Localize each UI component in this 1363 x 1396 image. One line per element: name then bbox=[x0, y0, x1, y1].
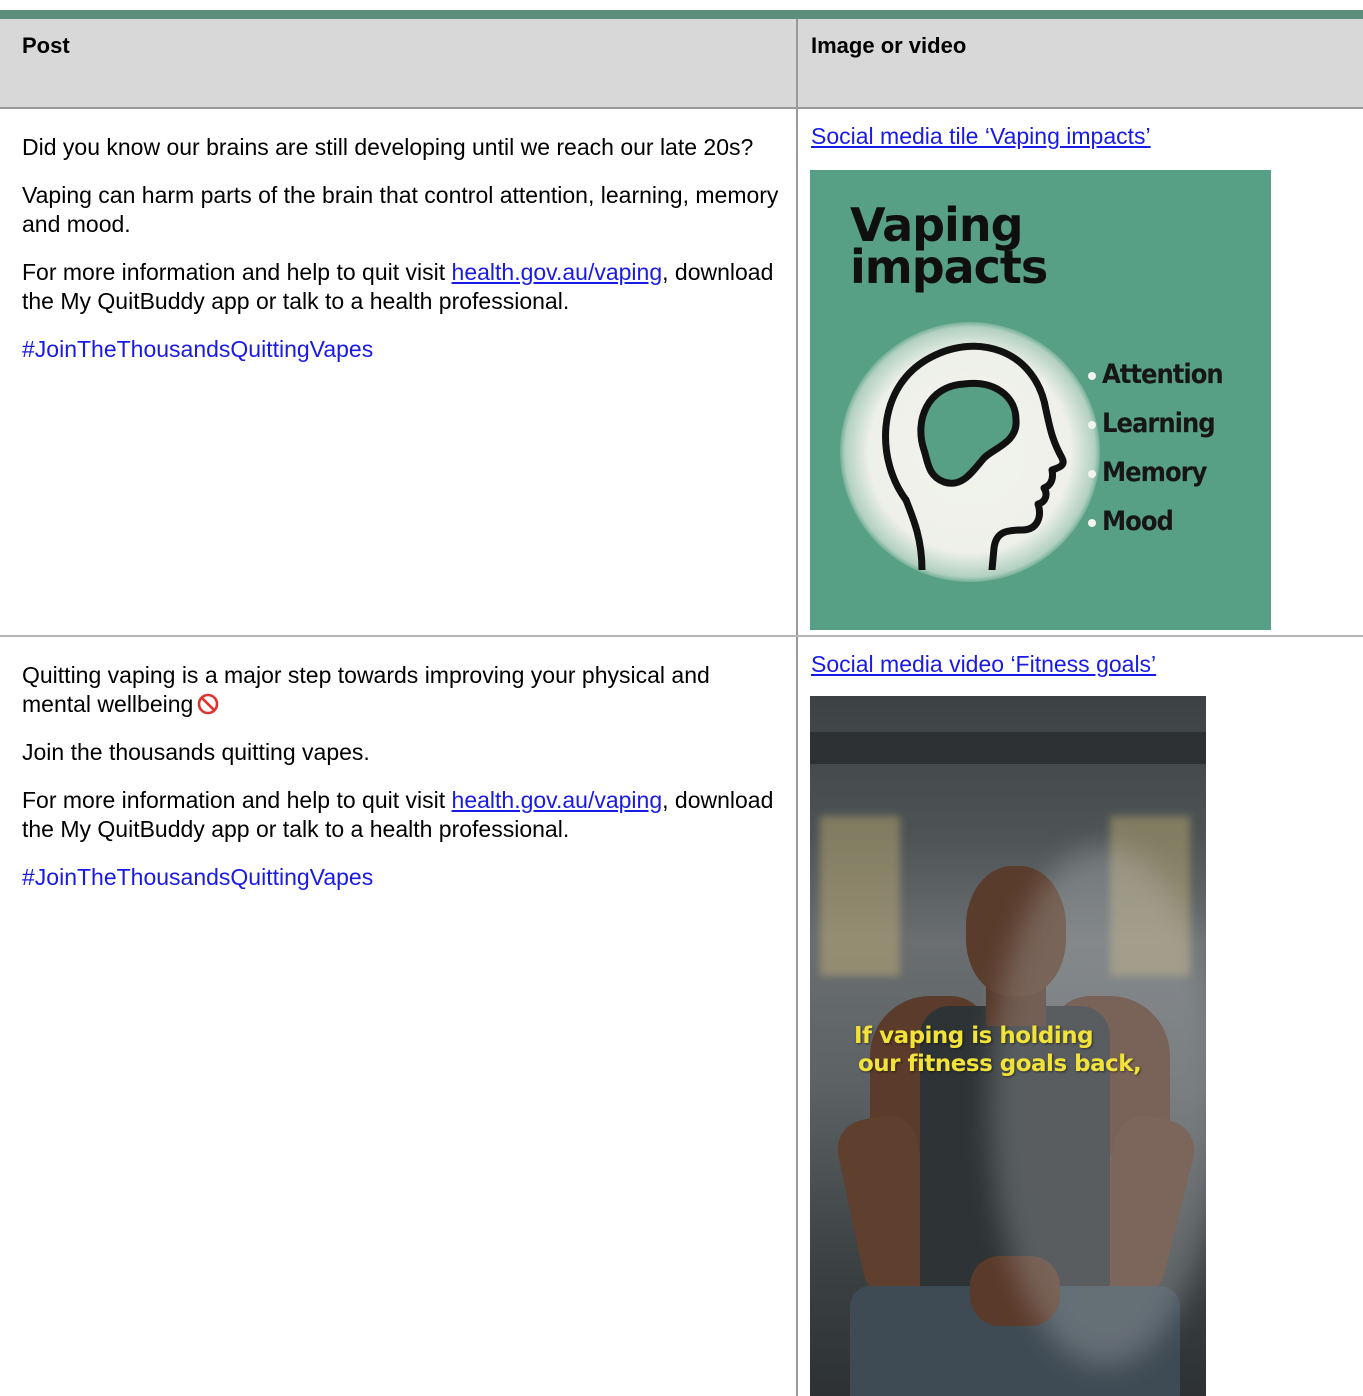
tile-title: Vaping impacts bbox=[850, 202, 1048, 294]
row-separator bbox=[0, 635, 1363, 637]
post-1-health-link[interactable]: health.gov.au/vaping bbox=[452, 259, 663, 285]
post-1-paragraph-1: Did you know our brains are still develo… bbox=[22, 134, 754, 160]
video-caption-line-2: our fitness goals back, bbox=[858, 1051, 1142, 1077]
post-2-paragraph-1-text: Quitting vaping is a major step towards … bbox=[22, 662, 710, 717]
post-2-health-link[interactable]: health.gov.au/vaping bbox=[452, 787, 663, 813]
tile-impact-item: Learning bbox=[1088, 399, 1223, 448]
video-caption-line-1: If vaping is holding bbox=[854, 1023, 1094, 1049]
column-divider bbox=[796, 19, 798, 1396]
vaping-impacts-tile[interactable]: Vaping impacts Attention Learning Memory… bbox=[810, 170, 1271, 630]
post-2-paragraph-1: Quitting vaping is a major step towards … bbox=[22, 661, 782, 719]
video-scene-beam bbox=[810, 732, 1206, 764]
tile-title-line-2: impacts bbox=[850, 240, 1048, 294]
post-1-text-before-link: For more information and help to quit vi… bbox=[22, 259, 452, 285]
tile-impact-item: Memory bbox=[1088, 448, 1223, 497]
header-media: Image or video bbox=[811, 33, 967, 58]
post-2-hashtag: #JoinTheThousandsQuittingVapes bbox=[22, 864, 374, 890]
tile-impact-list: Attention Learning Memory Mood bbox=[1088, 350, 1224, 546]
post-1-paragraph-3: For more information and help to quit vi… bbox=[22, 258, 782, 316]
post-2-paragraph-3: For more information and help to quit vi… bbox=[22, 786, 782, 844]
post-cell-2: Quitting vaping is a major step towards … bbox=[22, 661, 782, 911]
tile-impact-item: Mood bbox=[1088, 497, 1223, 546]
post-cell-1: Did you know our brains are still develo… bbox=[22, 133, 782, 383]
tile-impact-item: Attention bbox=[1088, 350, 1224, 399]
video-vape-haze bbox=[990, 846, 1206, 1366]
header-post: Post bbox=[22, 33, 70, 58]
table-header-row: Post Image or video bbox=[0, 19, 1363, 109]
post-1-paragraph-2: Vaping can harm parts of the brain that … bbox=[22, 182, 779, 237]
fitness-goals-video-thumbnail[interactable]: If vaping is holding our fitness goals b… bbox=[810, 696, 1206, 1396]
head-brain-icon bbox=[882, 342, 1067, 570]
post-2-paragraph-2: Join the thousands quitting vapes. bbox=[22, 739, 370, 765]
media-cell-1: Social media tile ‘Vaping impacts’ bbox=[811, 122, 1351, 151]
tile-link[interactable]: Social media tile ‘Vaping impacts’ bbox=[811, 123, 1151, 149]
video-scene-light bbox=[820, 816, 900, 976]
post-2-text-before-link: For more information and help to quit vi… bbox=[22, 787, 452, 813]
video-caption: If vaping is holding our fitness goals b… bbox=[854, 1022, 1194, 1078]
post-1-hashtag: #JoinTheThousandsQuittingVapes bbox=[22, 336, 374, 362]
no-entry-icon bbox=[198, 693, 219, 715]
accent-bar bbox=[0, 10, 1363, 19]
video-link[interactable]: Social media video ‘Fitness goals’ bbox=[811, 651, 1156, 677]
media-cell-2: Social media video ‘Fitness goals’ bbox=[811, 650, 1351, 679]
